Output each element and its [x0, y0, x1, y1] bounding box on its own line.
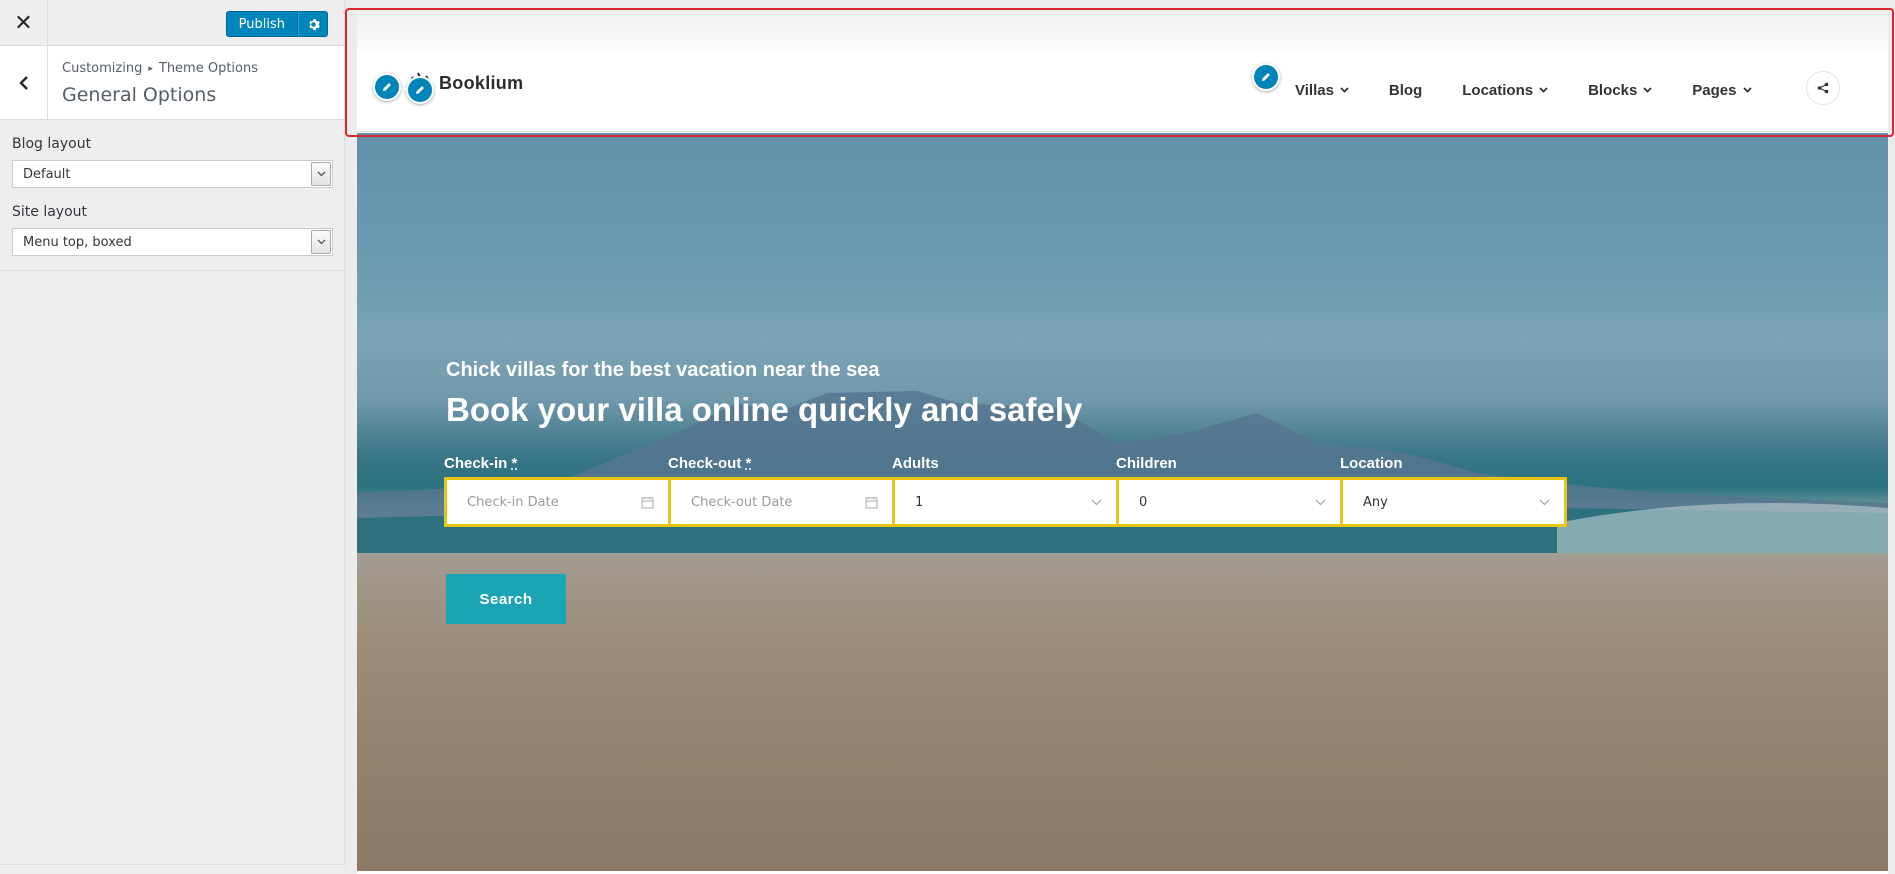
- adults-value: 1: [915, 494, 924, 510]
- close-icon: ✕: [14, 10, 33, 36]
- blog-layout-value: Default: [23, 166, 71, 182]
- required-marker: *: [511, 455, 518, 472]
- publish-settings-button[interactable]: [298, 11, 328, 37]
- breadcrumb-root: Customizing: [62, 61, 143, 76]
- children-field: Children 0: [1116, 455, 1343, 527]
- nav-item-label: Villas: [1295, 81, 1334, 99]
- location-label: Location: [1340, 455, 1403, 472]
- breadcrumb-separator: ▸: [148, 64, 153, 74]
- chevron-down-icon: [1539, 87, 1548, 93]
- edit-shortcut-menu[interactable]: [1252, 63, 1280, 91]
- chevron-down-icon: [311, 230, 331, 254]
- section-title: General Options: [62, 84, 217, 106]
- search-button[interactable]: Search: [446, 574, 566, 624]
- checkout-input[interactable]: Check-out Date: [668, 477, 895, 527]
- nav-item-blocks[interactable]: Blocks: [1588, 82, 1652, 99]
- close-button[interactable]: ✕: [0, 0, 48, 46]
- hero-subtitle: Chick villas for the best vacation near …: [446, 359, 880, 381]
- checkout-label: Check-out *: [668, 455, 892, 477]
- publish-button[interactable]: Publish: [225, 11, 298, 37]
- site-preview: Booklium Villas Blog Locations Blocks Pa…: [346, 0, 1895, 874]
- booking-form: Check-in * Check-in Date Check-out * Che…: [444, 455, 1567, 527]
- chevron-down-icon: [1539, 499, 1550, 505]
- checkin-input[interactable]: Check-in Date: [444, 477, 671, 527]
- blog-layout-label: Blog layout: [12, 136, 92, 152]
- nav-item-blog[interactable]: Blog: [1389, 82, 1422, 99]
- chevron-left-icon: [18, 75, 28, 90]
- pencil-icon: [383, 83, 391, 91]
- adults-field: Adults 1: [892, 455, 1119, 527]
- location-value: Any: [1363, 494, 1388, 510]
- checkin-placeholder: Check-in Date: [467, 494, 559, 510]
- logo-text: Booklium: [439, 72, 524, 93]
- location-select[interactable]: Any: [1340, 477, 1567, 527]
- gear-icon: [308, 18, 320, 30]
- site-layout-value: Menu top, boxed: [23, 234, 132, 250]
- sidebar-footer: [0, 864, 345, 874]
- publish-group: Publish: [225, 11, 328, 37]
- location-field: Location Any: [1340, 455, 1567, 527]
- nav-item-villas[interactable]: Villas: [1295, 82, 1349, 99]
- hero-section: Chick villas for the best vacation near …: [357, 133, 1888, 871]
- required-marker: *: [745, 455, 752, 472]
- hero-title: Book your villa online quickly and safel…: [446, 391, 1083, 428]
- controls-panel: Blog layout Default Site layout Menu top…: [0, 120, 344, 271]
- breadcrumb-current: Theme Options: [158, 61, 259, 76]
- children-select[interactable]: 0: [1116, 477, 1343, 527]
- customizer-sidebar: ✕ Publish Customizing ▸ Theme Options Gene…: [0, 0, 345, 874]
- top-strip: [357, 11, 1888, 49]
- nav-item-label: Blocks: [1588, 81, 1638, 99]
- calendar-icon: [865, 496, 878, 508]
- chevron-down-icon: [1091, 499, 1102, 505]
- pencil-icon: [1262, 73, 1270, 81]
- calendar-icon: [641, 496, 654, 508]
- checkout-label-text: Check-out: [668, 455, 742, 472]
- edit-shortcut-logo[interactable]: [373, 73, 401, 101]
- site-layout-select[interactable]: Menu top, boxed: [12, 228, 333, 256]
- site-frame: Booklium Villas Blog Locations Blocks Pa…: [357, 11, 1888, 874]
- nav-item-locations[interactable]: Locations: [1462, 82, 1548, 99]
- children-label: Children: [1116, 455, 1177, 472]
- checkout-placeholder: Check-out Date: [691, 494, 793, 510]
- site-layout-label: Site layout: [12, 204, 88, 220]
- section-header: Customizing ▸ Theme Options General Option…: [0, 46, 344, 120]
- nav-item-label: Blog: [1388, 81, 1423, 99]
- primary-menu: Villas Blog Locations Blocks Pages: [1295, 49, 1792, 131]
- customizer-header: ✕ Publish: [0, 0, 344, 46]
- nav-item-label: Locations: [1462, 81, 1534, 99]
- share-icon: [1817, 82, 1829, 94]
- chevron-down-icon: [311, 162, 331, 186]
- chevron-down-icon: [1643, 87, 1652, 93]
- checkin-field: Check-in * Check-in Date: [444, 455, 671, 527]
- nav-item-label: Pages: [1692, 81, 1737, 99]
- chevron-down-icon: [1742, 87, 1752, 93]
- checkout-field: Check-out * Check-out Date: [668, 455, 895, 527]
- children-value: 0: [1139, 494, 1148, 510]
- pencil-icon: [416, 86, 424, 94]
- adults-label: Adults: [892, 455, 939, 472]
- breadcrumb: Customizing ▸ Theme Options: [62, 61, 258, 76]
- back-button[interactable]: [0, 46, 48, 119]
- blog-layout-select[interactable]: Default: [12, 160, 333, 188]
- chevron-down-icon: [1315, 499, 1326, 505]
- checkin-label-text: Check-in: [444, 455, 508, 472]
- share-button[interactable]: [1806, 71, 1840, 105]
- chevron-down-icon: [1340, 87, 1349, 93]
- site-header: Booklium Villas Blog Locations Blocks Pa…: [357, 49, 1888, 131]
- nav-item-pages[interactable]: Pages: [1692, 81, 1752, 99]
- edit-shortcut-site-title[interactable]: [406, 76, 434, 104]
- adults-select[interactable]: 1: [892, 477, 1119, 527]
- checkin-label: Check-in *: [444, 455, 668, 477]
